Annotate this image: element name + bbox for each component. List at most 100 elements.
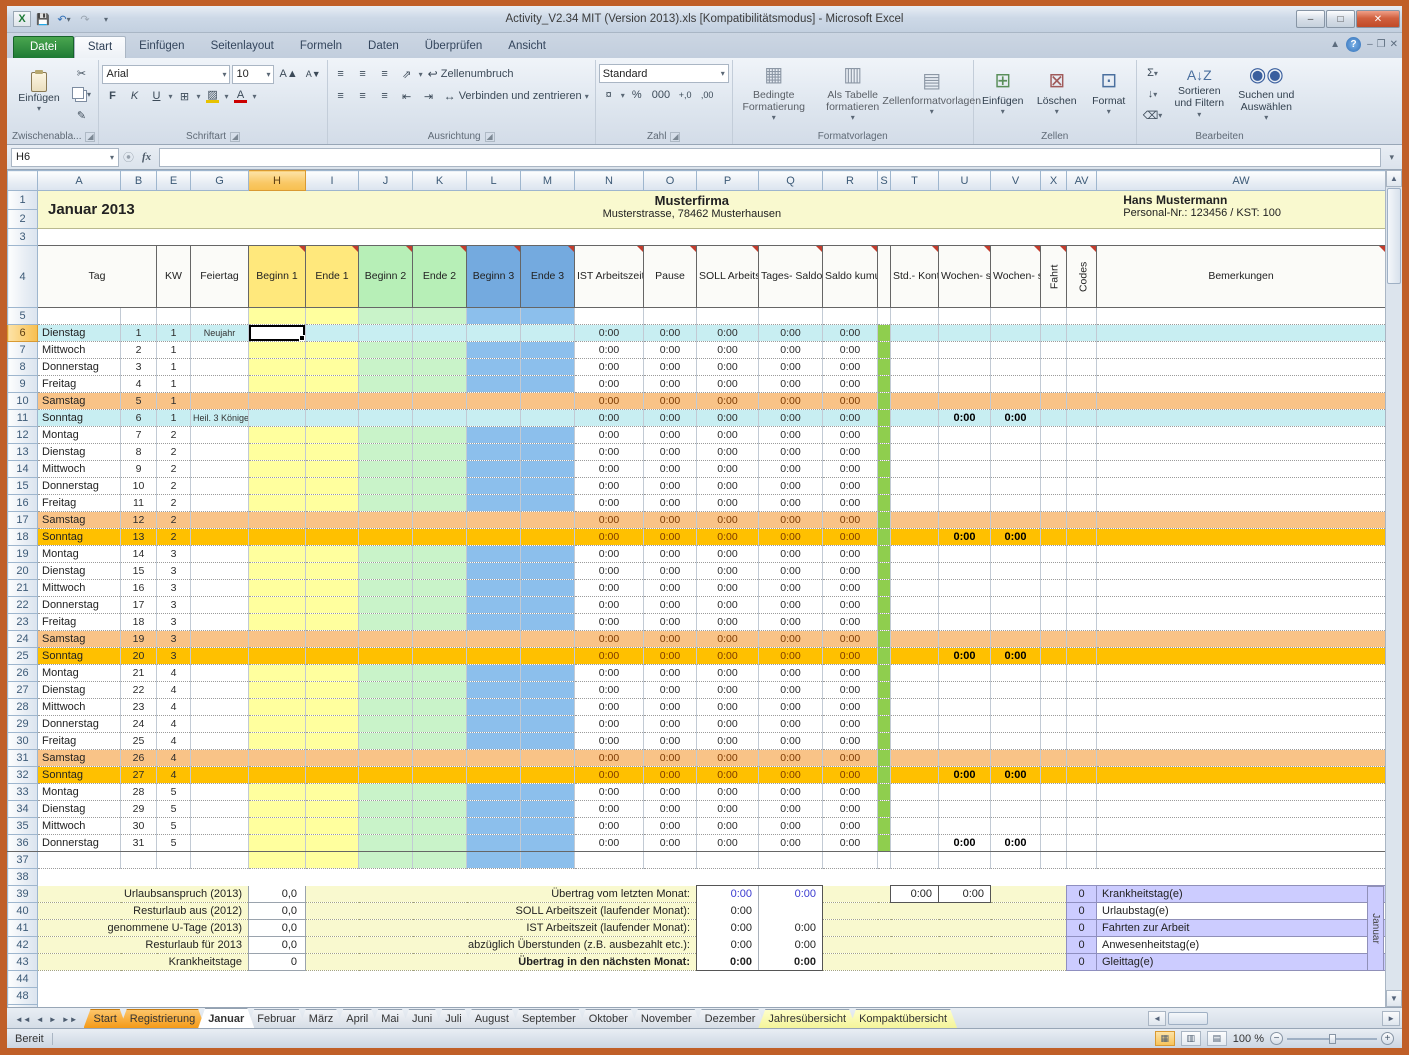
- bold-button[interactable]: F: [102, 86, 122, 106]
- codes-cell[interactable]: [1066, 562, 1097, 580]
- time-entry-cell[interactable]: [466, 358, 521, 376]
- time-entry-cell[interactable]: [305, 358, 359, 376]
- calculated-time-cell[interactable]: 0:00: [643, 613, 697, 631]
- time-entry-cell[interactable]: [412, 834, 467, 852]
- column-header-B[interactable]: B: [120, 170, 157, 191]
- counter-value[interactable]: 0: [1066, 885, 1097, 903]
- row-header-13[interactable]: 13: [7, 443, 38, 461]
- time-entry-cell[interactable]: [412, 681, 467, 699]
- week-total-box-value[interactable]: 0:00: [938, 885, 991, 903]
- day-name-cell[interactable]: Samstag: [37, 749, 121, 767]
- time-entry-cell[interactable]: [358, 732, 413, 750]
- holiday-name-cell[interactable]: [190, 698, 249, 716]
- time-entry-cell[interactable]: [248, 834, 306, 852]
- date-cell[interactable]: 30: [120, 817, 157, 835]
- increase-decimal-button[interactable]: +,0: [675, 85, 695, 105]
- week-hours-cell[interactable]: [990, 732, 1041, 750]
- holiday-name-cell[interactable]: [190, 630, 249, 648]
- align-middle-icon[interactable]: ≡: [353, 64, 373, 84]
- column-header-O[interactable]: O: [643, 170, 697, 191]
- day-name-cell[interactable]: Montag: [37, 664, 121, 682]
- row-header-11[interactable]: 11: [7, 409, 38, 427]
- time-entry-cell[interactable]: [248, 477, 306, 495]
- holiday-name-cell[interactable]: Heil. 3 Könige: [190, 409, 249, 427]
- time-entry-cell[interactable]: [248, 426, 306, 444]
- summary-left-value[interactable]: 0,0: [248, 885, 306, 903]
- week-saldo-cell[interactable]: [938, 562, 991, 580]
- time-entry-cell[interactable]: [466, 562, 521, 580]
- week-saldo-cell[interactable]: [938, 613, 991, 631]
- calculated-time-cell[interactable]: 0:00: [643, 715, 697, 733]
- date-cell[interactable]: 9: [120, 460, 157, 478]
- calculated-time-cell[interactable]: 0:00: [643, 545, 697, 563]
- time-entry-cell[interactable]: [305, 562, 359, 580]
- fahrt-cell[interactable]: [1040, 358, 1067, 376]
- time-entry-cell[interactable]: [412, 562, 467, 580]
- std-konto-cell[interactable]: [890, 392, 939, 410]
- calculated-time-cell[interactable]: 0:00: [758, 426, 823, 444]
- calculated-time-cell[interactable]: 0:00: [822, 834, 878, 852]
- fahrt-cell[interactable]: [1040, 817, 1067, 835]
- time-entry-cell[interactable]: [412, 664, 467, 682]
- week-saldo-cell[interactable]: 0:00: [938, 766, 991, 784]
- week-saldo-cell[interactable]: [938, 664, 991, 682]
- bemerkungen-cell[interactable]: [1096, 698, 1386, 716]
- bemerkungen-cell[interactable]: [1096, 545, 1386, 563]
- calculated-time-cell[interactable]: 0:00: [696, 698, 759, 716]
- grid-cell[interactable]: [466, 851, 521, 869]
- calculated-time-cell[interactable]: 0:00: [643, 460, 697, 478]
- sheet-tab-september[interactable]: September: [512, 1009, 586, 1028]
- calculated-time-cell[interactable]: 0:00: [696, 817, 759, 835]
- time-entry-cell[interactable]: [358, 715, 413, 733]
- time-entry-cell[interactable]: [305, 766, 359, 784]
- fahrt-cell[interactable]: [1040, 460, 1067, 478]
- fahrt-cell[interactable]: [1040, 630, 1067, 648]
- sheet-tab-juni[interactable]: Juni: [402, 1009, 442, 1028]
- calculated-time-cell[interactable]: 0:00: [758, 715, 823, 733]
- time-entry-cell[interactable]: [305, 732, 359, 750]
- week-hours-cell[interactable]: [990, 477, 1041, 495]
- calculated-time-cell[interactable]: 0:00: [758, 698, 823, 716]
- time-entry-cell[interactable]: [520, 817, 575, 835]
- calculated-time-cell[interactable]: 0:00: [574, 477, 644, 495]
- date-cell[interactable]: 26: [120, 749, 157, 767]
- week-hours-cell[interactable]: [990, 562, 1041, 580]
- column-header-L[interactable]: L: [466, 170, 521, 191]
- bemerkungen-cell[interactable]: [1096, 341, 1386, 359]
- week-saldo-cell[interactable]: [938, 681, 991, 699]
- row-header-34[interactable]: 34: [7, 800, 38, 818]
- day-name-cell[interactable]: Freitag: [37, 375, 121, 393]
- time-entry-cell[interactable]: [466, 579, 521, 597]
- std-konto-cell[interactable]: [890, 443, 939, 461]
- kw-cell[interactable]: 5: [156, 800, 191, 818]
- calculated-time-cell[interactable]: 0:00: [643, 358, 697, 376]
- calculated-time-cell[interactable]: 0:00: [574, 647, 644, 665]
- std-konto-cell[interactable]: [890, 341, 939, 359]
- row-header-25[interactable]: 25: [7, 647, 38, 665]
- row-header-27[interactable]: 27: [7, 681, 38, 699]
- grid-cell[interactable]: [190, 851, 249, 869]
- calculated-time-cell[interactable]: 0:00: [696, 477, 759, 495]
- time-entry-cell[interactable]: [466, 324, 521, 342]
- bemerkungen-cell[interactable]: [1096, 749, 1386, 767]
- column-header-Q[interactable]: Q: [758, 170, 823, 191]
- time-entry-cell[interactable]: [248, 562, 306, 580]
- calculated-time-cell[interactable]: 0:00: [696, 732, 759, 750]
- time-entry-cell[interactable]: [248, 613, 306, 631]
- grid-cell[interactable]: [305, 307, 359, 325]
- time-entry-cell[interactable]: [520, 324, 575, 342]
- bemerkungen-cell[interactable]: [1096, 766, 1386, 784]
- normal-view-icon[interactable]: ▦: [1154, 1031, 1175, 1046]
- hscroll-left-icon[interactable]: ◄: [1148, 1011, 1167, 1026]
- fahrt-cell[interactable]: [1040, 392, 1067, 410]
- row-header-19[interactable]: 19: [7, 545, 38, 563]
- ribbon-collapse-icon[interactable]: ▲: [1330, 39, 1340, 50]
- calculated-time-cell[interactable]: 0:00: [822, 324, 878, 342]
- codes-cell[interactable]: [1066, 698, 1097, 716]
- time-entry-cell[interactable]: [358, 783, 413, 801]
- time-entry-cell[interactable]: [520, 596, 575, 614]
- std-konto-cell[interactable]: [890, 630, 939, 648]
- grid-cell[interactable]: [990, 307, 1041, 325]
- week-hours-cell[interactable]: [990, 698, 1041, 716]
- calculated-time-cell[interactable]: 0:00: [822, 477, 878, 495]
